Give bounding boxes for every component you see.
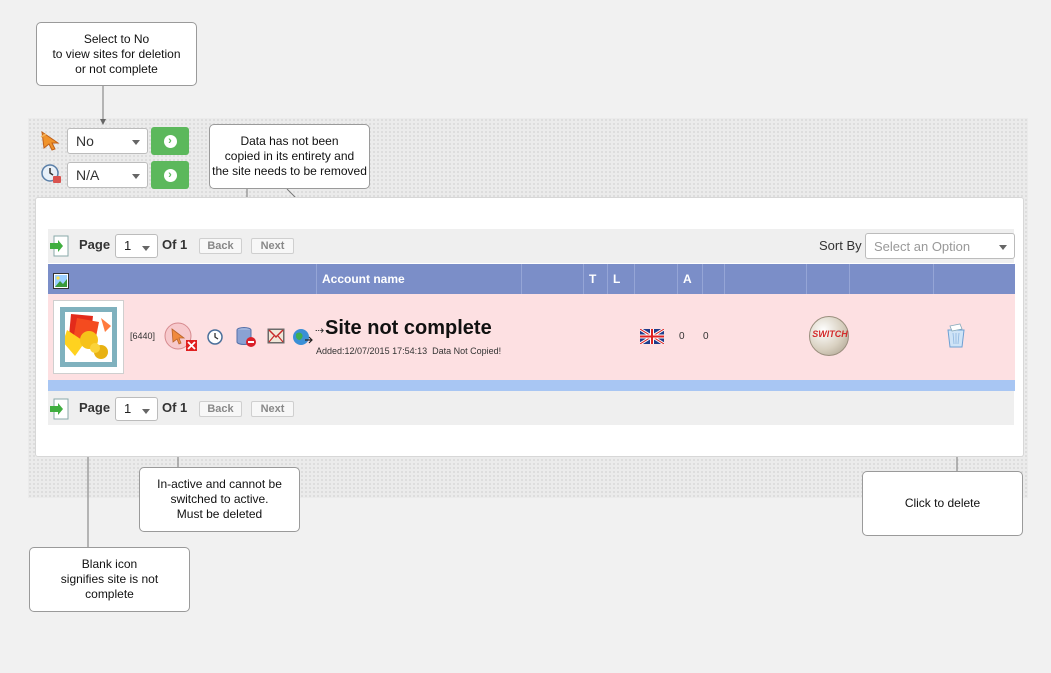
status-filter-select[interactable]: No [67,128,148,154]
table-header: Account name T L A [48,264,1015,294]
callout-blank-icon: Blank icon signifies site is not complet… [29,547,190,612]
column-header-a[interactable]: A [677,264,702,294]
site-id: [6440] [130,331,156,341]
column-header-blank [702,264,724,294]
switch-icon: SWITCH [812,329,848,339]
uk-flag-icon [639,327,665,347]
chevron-down-icon [132,174,140,179]
globe-icon[interactable] [293,328,313,349]
database-remove-icon[interactable] [235,326,257,351]
sort-select-placeholder: Select an Option [874,239,971,254]
page-arrow-icon [50,234,70,261]
column-header-blank [806,264,849,294]
pointer-icon [40,129,62,151]
back-button[interactable]: Back [199,401,242,417]
callout-select-no: Select to No to view sites for deletion … [36,22,197,86]
trash-icon[interactable] [945,323,967,352]
row-count-a: 0 [679,331,685,342]
page-arrow-icon [50,397,70,424]
clock-icon[interactable] [207,329,223,348]
page-select[interactable]: 1 [115,234,158,258]
next-button[interactable]: Next [251,238,294,254]
page-select-value: 1 [124,401,132,416]
inactive-pointer-icon[interactable] [163,321,199,356]
column-header-account-name[interactable]: Account name [316,264,521,294]
sort-select[interactable]: Select an Option [865,233,1015,259]
pager-bottom [48,391,1014,425]
next-button[interactable]: Next [251,401,294,417]
arrow-right-icon: › [163,168,177,182]
status-filter-go-button[interactable]: › [151,127,189,155]
column-header-t[interactable]: T [583,264,607,294]
arrow-right-icon: › [163,134,177,148]
column-header-image [48,264,316,294]
site-title[interactable]: Site not complete [325,317,492,340]
callout-data-not-copied: Data has not been copied in its entirety… [209,124,370,189]
sort-by-label: Sort By [819,238,862,253]
time-filter-go-button[interactable]: › [151,161,189,189]
blank-site-image [60,307,117,367]
chevron-down-icon [999,245,1007,250]
page-select[interactable]: 1 [115,397,158,421]
column-header-blank [521,264,583,294]
site-thumbnail[interactable] [53,300,124,374]
row-separator [48,380,1015,391]
column-header-blank [724,264,806,294]
chevron-down-icon [142,246,150,251]
column-header-l[interactable]: L [607,264,634,294]
column-header-blank [933,264,1015,294]
page-of-label: Of 1 [162,237,188,252]
mail-icon[interactable] [267,328,285,347]
chevron-down-icon [132,140,140,145]
expand-arrow-icon: ⇢ [315,325,325,337]
site-added-info: Added:12/07/2015 17:54:13 Data Not Copie… [316,346,502,356]
back-button[interactable]: Back [199,238,242,254]
page-label: Page [79,237,111,252]
page-of-label: Of 1 [162,400,188,415]
callout-click-delete: Click to delete [862,471,1023,536]
switch-button[interactable]: SWITCH [809,316,849,356]
row-count-b: 0 [703,331,709,342]
column-header-blank [849,264,933,294]
column-header-blank [634,264,677,294]
time-filter-select[interactable]: N/A [67,162,148,188]
clock-lock-icon [40,163,62,185]
page-label: Page [79,400,111,415]
status-filter-value: No [76,133,94,149]
time-filter-value: N/A [76,167,100,183]
chevron-down-icon [142,409,150,414]
page-select-value: 1 [124,238,132,253]
callout-inactive: In-active and cannot be switched to acti… [139,467,300,532]
